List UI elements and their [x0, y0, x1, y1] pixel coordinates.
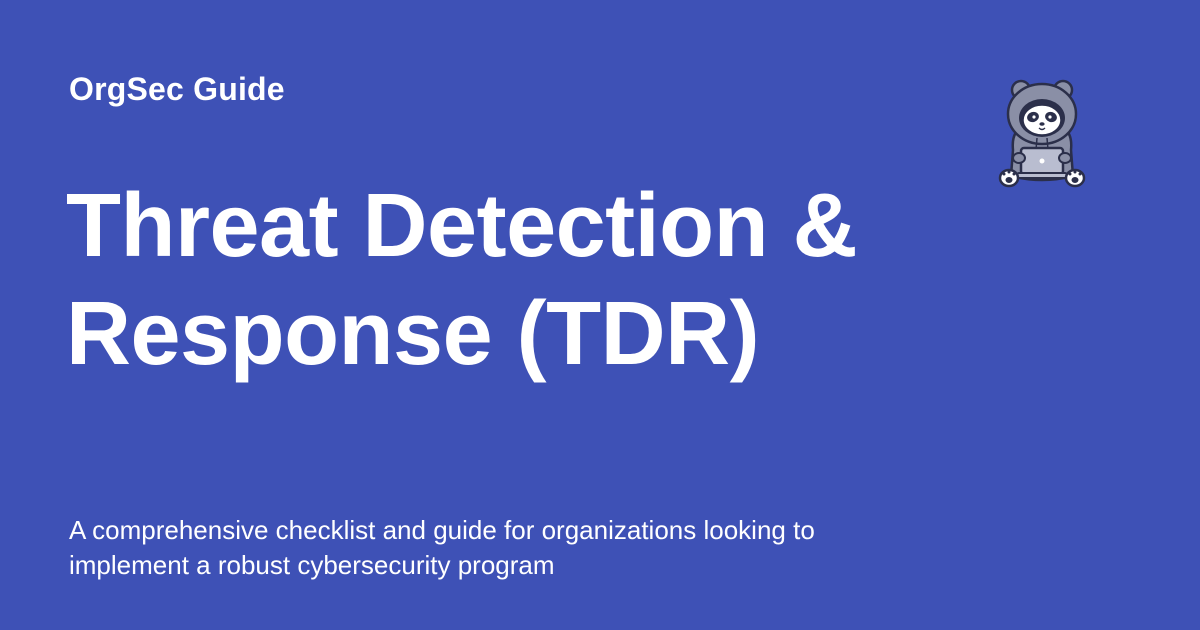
page-title: Threat Detection & Response (TDR) [66, 172, 966, 388]
title-line-2: Response (TDR) [66, 284, 760, 384]
title-line-1: Threat Detection & [66, 176, 858, 276]
social-card: OrgSec Guide Threat Detection & Response… [0, 0, 1200, 630]
brand-name: OrgSec Guide [69, 71, 285, 107]
subtitle-line-1: A comprehensive checklist and guide for … [69, 515, 815, 545]
page-subtitle: A comprehensive checklist and guide for … [69, 513, 969, 583]
hooded-panda-laptop-icon [998, 79, 1086, 188]
subtitle-line-2: implement a robust cybersecurity program [69, 550, 555, 580]
